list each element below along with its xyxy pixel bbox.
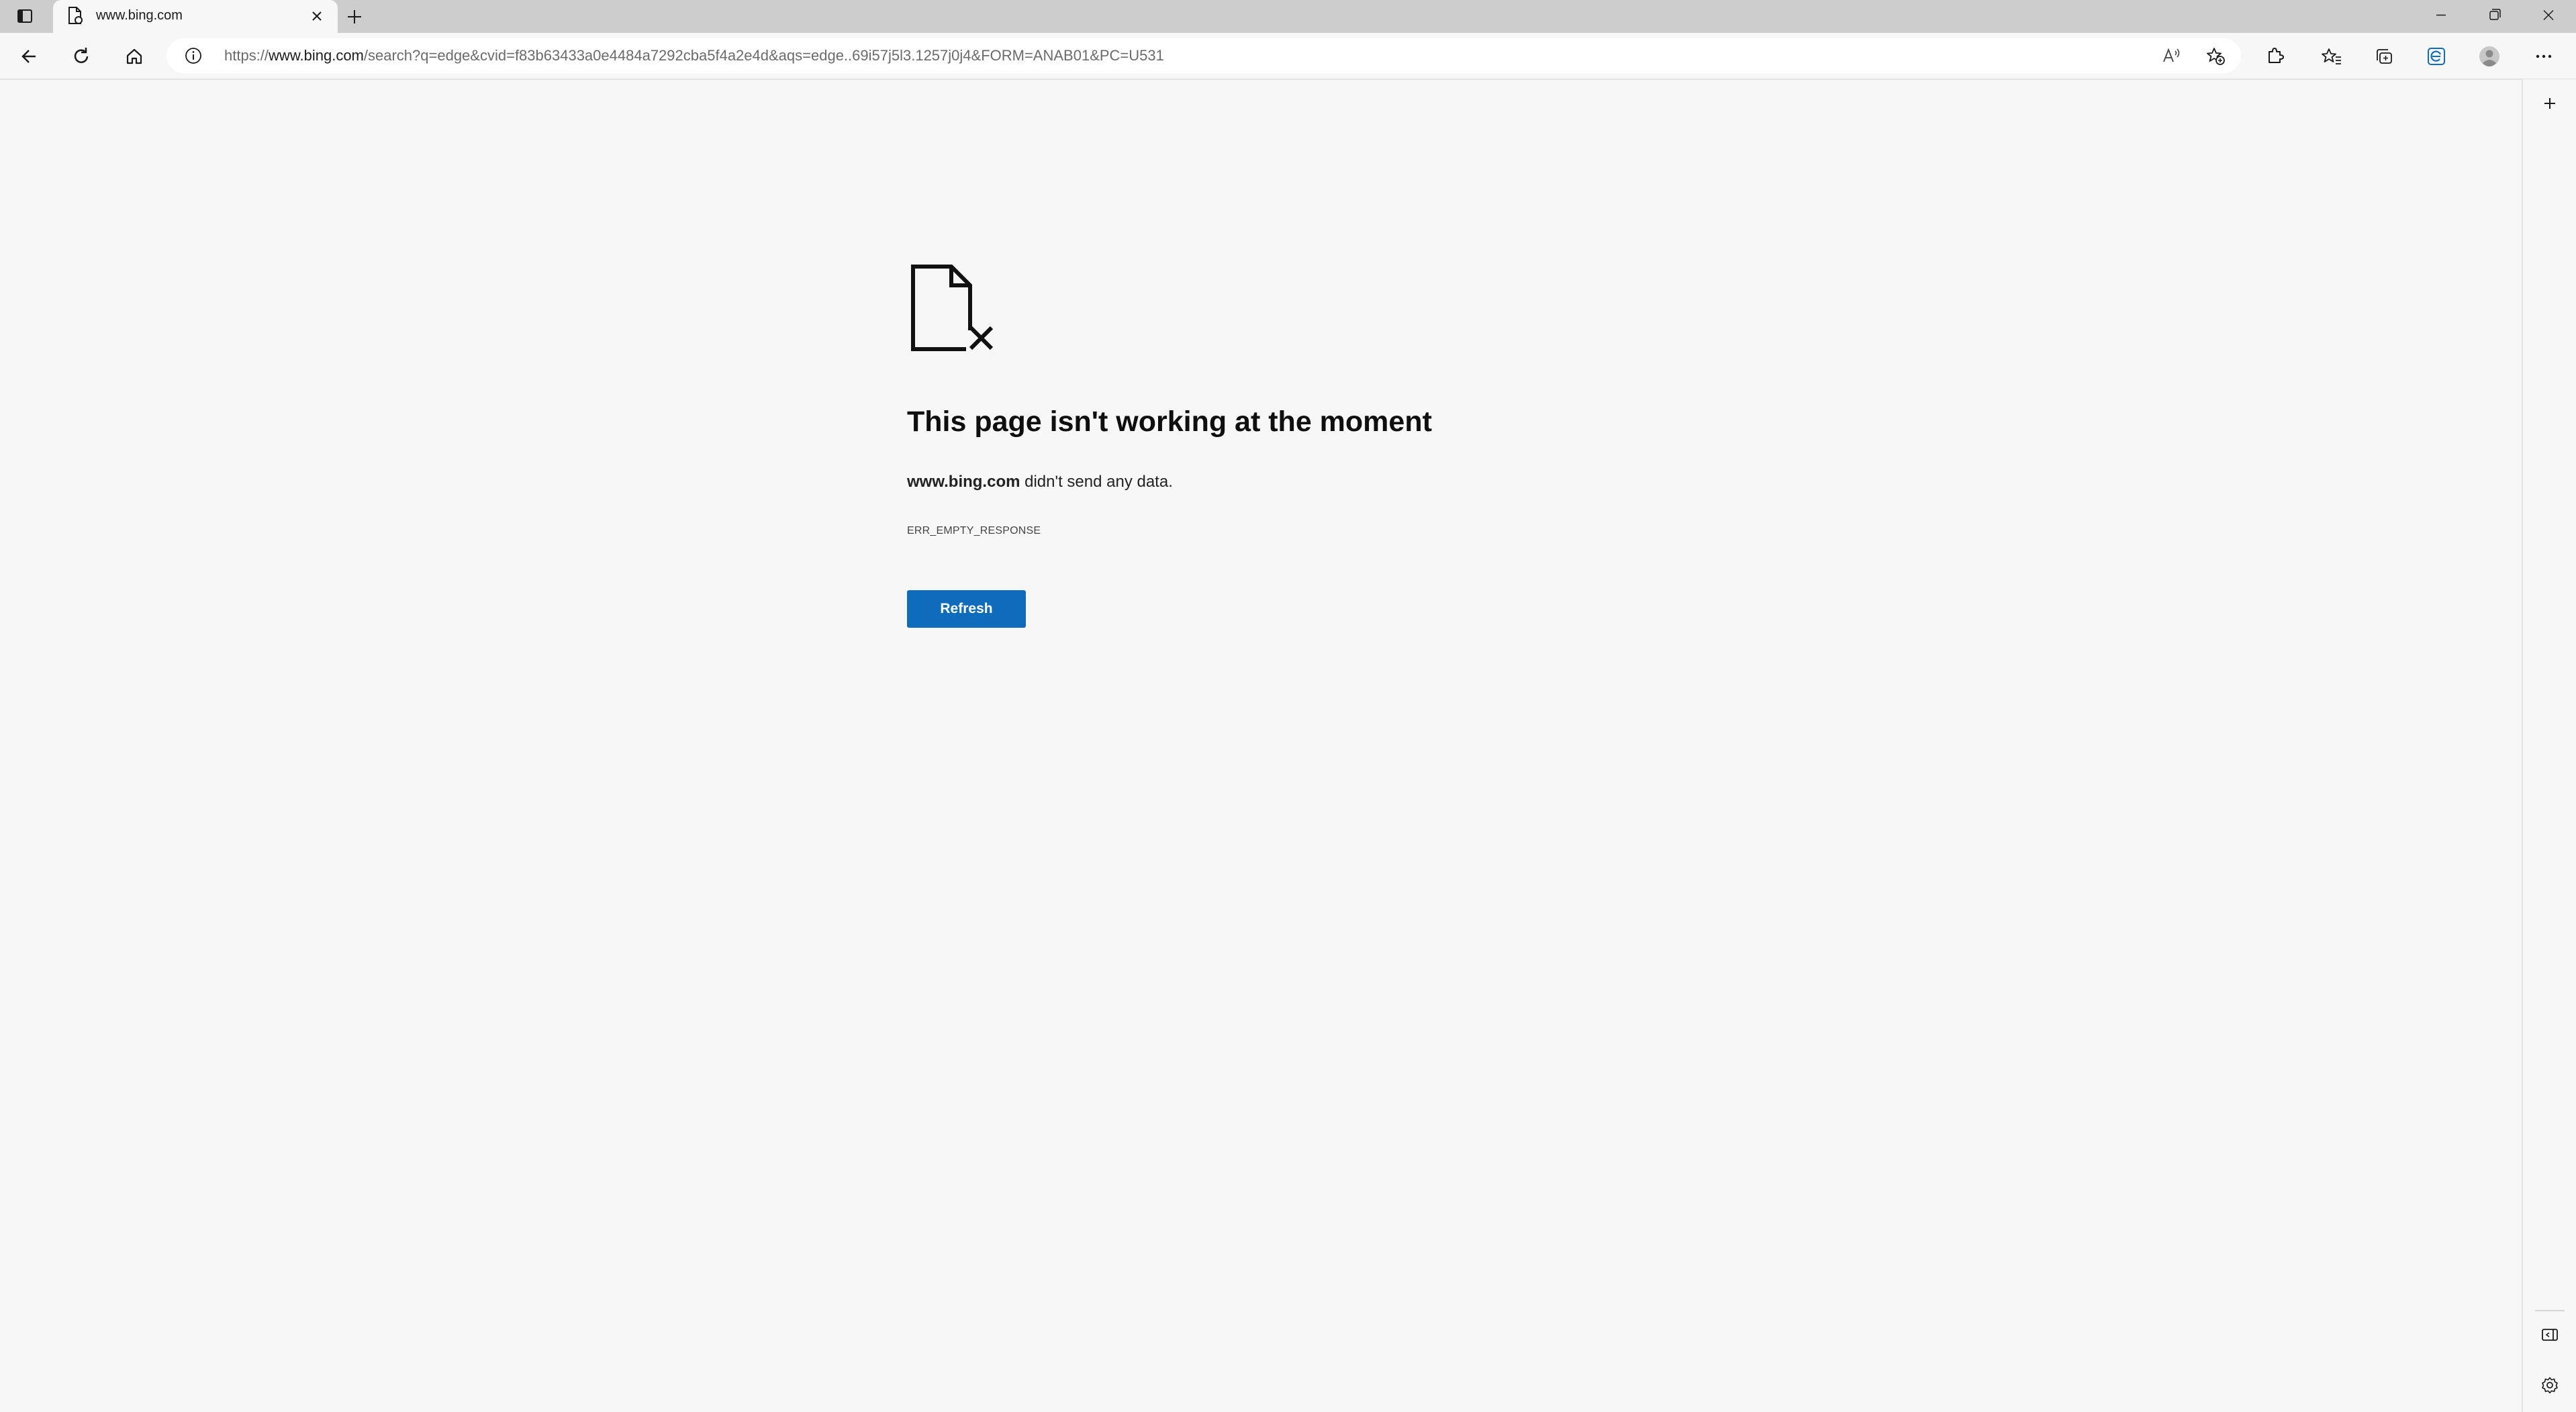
plus-icon — [348, 10, 361, 23]
address-bar[interactable]: https://www.bing.com/search?q=edge&cvid=… — [166, 38, 2241, 73]
hide-sidebar-button[interactable] — [2536, 1321, 2563, 1348]
url-host: www.bing.com — [269, 47, 364, 64]
sidebar-add-button[interactable] — [2536, 90, 2563, 117]
restore-button[interactable] — [2468, 0, 2522, 30]
reload-button[interactable] — [67, 42, 97, 70]
sidebar-divider — [2535, 1310, 2565, 1311]
window-close-icon — [2543, 9, 2554, 21]
sidebar-settings-button[interactable] — [2536, 1372, 2563, 1399]
broken-document-icon — [910, 263, 997, 353]
back-button[interactable] — [15, 42, 44, 70]
info-icon — [185, 48, 201, 64]
add-favorite-button[interactable] — [2202, 42, 2229, 69]
error-code: ERR_EMPTY_RESPONSE — [907, 525, 1041, 536]
site-info-button[interactable] — [183, 45, 204, 66]
page-favicon-icon — [65, 5, 85, 26]
error-message: www.bing.com didn't send any data. — [907, 473, 1173, 491]
refresh-button[interactable]: Refresh — [907, 590, 1026, 628]
error-title: This page isn't working at the moment — [907, 406, 1432, 438]
browser-essentials-icon — [2428, 48, 2445, 65]
browser-essentials-button[interactable] — [2422, 42, 2451, 70]
favorites-button[interactable] — [2317, 42, 2346, 70]
tab-close-button[interactable] — [305, 5, 328, 28]
sidebar-add-icon — [2544, 98, 2555, 109]
url-scheme: https:// — [224, 47, 269, 64]
refresh-icon — [74, 48, 89, 63]
tab-strip: www.bing.com — [0, 0, 2576, 33]
window-close-button[interactable] — [2522, 0, 2575, 30]
url-path: /search?q=edge&cvid=f83b63433a0e4484a729… — [363, 47, 1164, 64]
edge-sidebar — [2522, 79, 2576, 1412]
hide-sidebar-icon — [2542, 1329, 2558, 1341]
back-icon — [21, 50, 36, 63]
collections-button[interactable] — [2369, 42, 2399, 70]
close-icon — [312, 11, 322, 21]
collections-icon — [2377, 49, 2392, 64]
minimize-icon — [2436, 14, 2446, 16]
favorites-icon — [2322, 48, 2341, 64]
minimize-button[interactable] — [2414, 0, 2468, 30]
home-button[interactable] — [120, 42, 149, 70]
profile-avatar-icon — [2479, 46, 2499, 66]
settings-and-more-button[interactable] — [2529, 42, 2559, 70]
navigation-toolbar: https://www.bing.com/search?q=edge&cvid=… — [0, 33, 2576, 80]
sidebar-settings-icon — [2542, 1377, 2558, 1394]
extensions-button[interactable] — [2260, 42, 2289, 70]
url-text[interactable]: https://www.bing.com/search?q=edge&cvid=… — [224, 38, 1164, 73]
read-aloud-button[interactable] — [2158, 42, 2185, 69]
read-aloud-icon — [2163, 48, 2180, 62]
error-host: www.bing.com — [907, 473, 1020, 491]
extensions-icon — [2269, 48, 2284, 63]
new-tab-button[interactable] — [341, 3, 368, 30]
add-favorite-icon — [2207, 48, 2225, 65]
tab-title: www.bing.com — [96, 8, 183, 23]
home-icon — [126, 48, 142, 64]
restore-icon — [2489, 9, 2501, 20]
more-icon — [2536, 54, 2552, 58]
profile-button[interactable] — [2475, 42, 2504, 70]
tab-actions-icon — [17, 9, 32, 23]
error-message-text: didn't send any data. — [1020, 473, 1173, 491]
tab-actions-button[interactable] — [11, 3, 38, 30]
active-tab[interactable]: www.bing.com — [53, 0, 338, 33]
